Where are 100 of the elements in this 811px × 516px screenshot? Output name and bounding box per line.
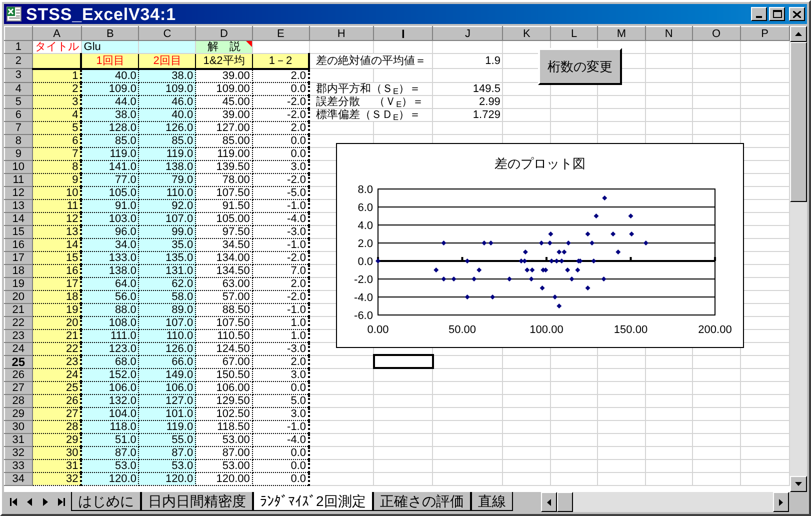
table-cell: 0.0 xyxy=(252,459,309,472)
table-cell: 105.0 xyxy=(81,186,139,199)
row-header[interactable]: 32 xyxy=(4,446,32,459)
row-header[interactable]: 18 xyxy=(4,264,32,277)
table-cell: 45.00 xyxy=(196,95,252,108)
row-header[interactable]: 23 xyxy=(4,329,32,342)
row-header[interactable]: 11 xyxy=(4,173,32,186)
table-cell: -2.0 xyxy=(252,251,309,264)
table-cell: 105.00 xyxy=(196,212,252,225)
y-tick-label: 4.0 xyxy=(358,220,373,232)
column-heading: 1－2 xyxy=(252,54,309,68)
column-header[interactable]: L xyxy=(550,26,598,40)
table-cell: 150.50 xyxy=(196,368,252,381)
row-header[interactable]: 24 xyxy=(4,342,32,355)
table-cell: 85.0 xyxy=(138,134,196,147)
sheet-tab[interactable]: ﾗﾝﾀﾞﾏｲｽﾞ2回測定 xyxy=(253,492,373,511)
table-cell: -2.0 xyxy=(252,173,309,186)
table-cell: 53.0 xyxy=(81,459,139,472)
left-arrow-icon xyxy=(27,498,32,506)
row-header[interactable]: 15 xyxy=(4,225,32,238)
row-header[interactable]: 30 xyxy=(4,420,32,433)
row-header[interactable]: 14 xyxy=(4,212,32,225)
column-header[interactable]: H xyxy=(309,26,374,40)
table-cell: 134.00 xyxy=(196,251,252,264)
row-header[interactable]: 9 xyxy=(4,147,32,160)
column-header[interactable]: D xyxy=(196,26,252,40)
row-header[interactable]: 28 xyxy=(4,394,32,407)
row-header[interactable]: 7 xyxy=(4,121,32,134)
spreadsheet-icon xyxy=(6,6,22,22)
sheet-tab[interactable]: 直線 xyxy=(470,492,513,511)
table-cell: 127.0 xyxy=(138,394,196,407)
table-cell: 79.0 xyxy=(138,173,196,186)
row-header[interactable]: 31 xyxy=(4,433,32,446)
sheet-tab[interactable]: 日内日間精密度 xyxy=(141,492,253,511)
row-header[interactable]: 19 xyxy=(4,277,32,290)
row-header[interactable]: 20 xyxy=(4,290,32,303)
table-cell: -2.0 xyxy=(252,95,309,108)
vertical-scrollbar[interactable] xyxy=(790,26,807,492)
table-cell: 46.0 xyxy=(138,95,196,108)
data-point xyxy=(522,250,528,254)
stat-label: 標準偏差（ＳＤ$_{E}$）＝ xyxy=(309,108,432,121)
table-cell: 119.0 xyxy=(138,147,196,160)
data-point xyxy=(528,276,534,282)
column-header[interactable]: N xyxy=(645,26,693,40)
minimize-button[interactable] xyxy=(751,7,767,21)
row-header[interactable]: 33 xyxy=(4,459,32,472)
column-header[interactable]: M xyxy=(598,26,646,40)
close-button[interactable] xyxy=(789,7,805,21)
sheet-tab[interactable]: はじめに xyxy=(71,492,141,511)
column-header[interactable]: B xyxy=(81,26,139,40)
row-header[interactable]: 4 xyxy=(4,82,32,95)
change-digits-button[interactable]: 桁数の変更 xyxy=(538,48,622,85)
row-header[interactable]: 26 xyxy=(4,368,32,381)
scroll-thumb[interactable] xyxy=(557,492,573,512)
stat-label: 誤差分散 （Ｖ$_{E}$）＝ xyxy=(309,95,432,108)
row-header[interactable]: 16 xyxy=(4,238,32,251)
table-cell: 11 xyxy=(32,199,82,212)
table-cell: -3.0 xyxy=(252,342,309,355)
row-header[interactable]: 2 xyxy=(4,54,32,68)
row-header[interactable]: 10 xyxy=(4,160,32,173)
column-header[interactable]: O xyxy=(692,26,740,40)
sheet-tab[interactable]: 正確さの評価 xyxy=(372,492,471,511)
column-header[interactable]: J xyxy=(432,26,503,40)
row-header[interactable]: 25 xyxy=(4,355,32,368)
row-header[interactable]: 29 xyxy=(4,407,32,420)
row-header[interactable]: 8 xyxy=(4,134,32,147)
column-header[interactable]: C xyxy=(138,26,196,40)
y-tick-label: -4.0 xyxy=(354,292,373,304)
column-header[interactable]: I xyxy=(374,26,432,40)
scroll-down-button[interactable] xyxy=(790,476,807,492)
scroll-up-button[interactable] xyxy=(790,26,807,42)
row-header[interactable]: 6 xyxy=(4,108,32,121)
column-header[interactable]: P xyxy=(740,26,790,40)
row-header[interactable]: 3 xyxy=(4,68,32,82)
scroll-left-button[interactable] xyxy=(541,492,557,512)
scroll-right-button[interactable] xyxy=(773,492,789,512)
row-header[interactable]: 21 xyxy=(4,303,32,316)
row-header[interactable]: 17 xyxy=(4,251,32,264)
data-point xyxy=(569,276,574,282)
row-header[interactable]: 12 xyxy=(4,186,32,199)
column-header[interactable]: E xyxy=(252,26,309,40)
row-header[interactable]: 34 xyxy=(4,472,32,485)
row-header[interactable]: 1 xyxy=(4,40,32,54)
data-point xyxy=(547,240,552,246)
table-cell: 109.00 xyxy=(196,82,252,95)
table-cell: 132.0 xyxy=(81,394,139,407)
row-header[interactable]: 5 xyxy=(4,95,32,108)
row-header[interactable]: 27 xyxy=(4,381,32,394)
horizontal-scrollbar[interactable] xyxy=(541,492,789,512)
table-cell: 99.0 xyxy=(138,225,196,238)
row-header[interactable]: 22 xyxy=(4,316,32,329)
active-cell[interactable] xyxy=(374,355,432,368)
column-header[interactable]: K xyxy=(502,26,550,40)
scroll-thumb[interactable] xyxy=(790,42,807,202)
table-cell: 14 xyxy=(32,238,82,251)
column-header[interactable]: A xyxy=(32,26,82,40)
table-cell: -1.0 xyxy=(252,199,309,212)
column-heading: 2回目 xyxy=(138,54,196,68)
maximize-button[interactable] xyxy=(769,7,785,21)
row-header[interactable]: 13 xyxy=(4,199,32,212)
